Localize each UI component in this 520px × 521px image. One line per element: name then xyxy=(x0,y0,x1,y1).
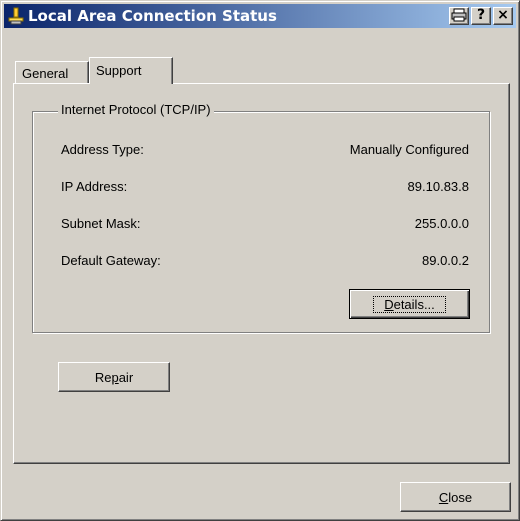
close-button[interactable]: Close xyxy=(400,482,511,512)
ip-address-value: 89.10.83.8 xyxy=(407,179,469,194)
tab-general[interactable]: General xyxy=(15,61,89,83)
repair-button[interactable]: Repair xyxy=(58,362,170,392)
printer-icon xyxy=(451,8,467,22)
details-button[interactable]: Details... xyxy=(349,289,470,319)
close-window-button[interactable]: × xyxy=(493,7,513,25)
subnet-mask-value: 255.0.0.0 xyxy=(414,216,469,231)
default-gateway-label: Default Gateway: xyxy=(61,253,161,268)
details-focus-rect: Details... xyxy=(373,296,446,313)
subnet-mask-label: Subnet Mask: xyxy=(61,216,141,231)
address-type-label: Address Type: xyxy=(61,142,144,157)
title-bar[interactable]: Local Area Connection Status ? × xyxy=(4,4,516,28)
window-title: Local Area Connection Status xyxy=(28,7,277,25)
address-type-value: Manually Configured xyxy=(349,142,469,157)
ip-address-label: IP Address: xyxy=(61,179,128,194)
status-dialog: Local Area Connection Status ? × General… xyxy=(0,0,520,521)
default-gateway-value: 89.0.0.2 xyxy=(422,253,469,268)
help-button[interactable]: ? xyxy=(471,7,491,25)
network-connection-icon xyxy=(8,7,24,25)
print-icon[interactable] xyxy=(449,7,469,25)
groupbox-title: Internet Protocol (TCP/IP) xyxy=(58,102,214,117)
tab-support[interactable]: Support xyxy=(89,57,173,84)
